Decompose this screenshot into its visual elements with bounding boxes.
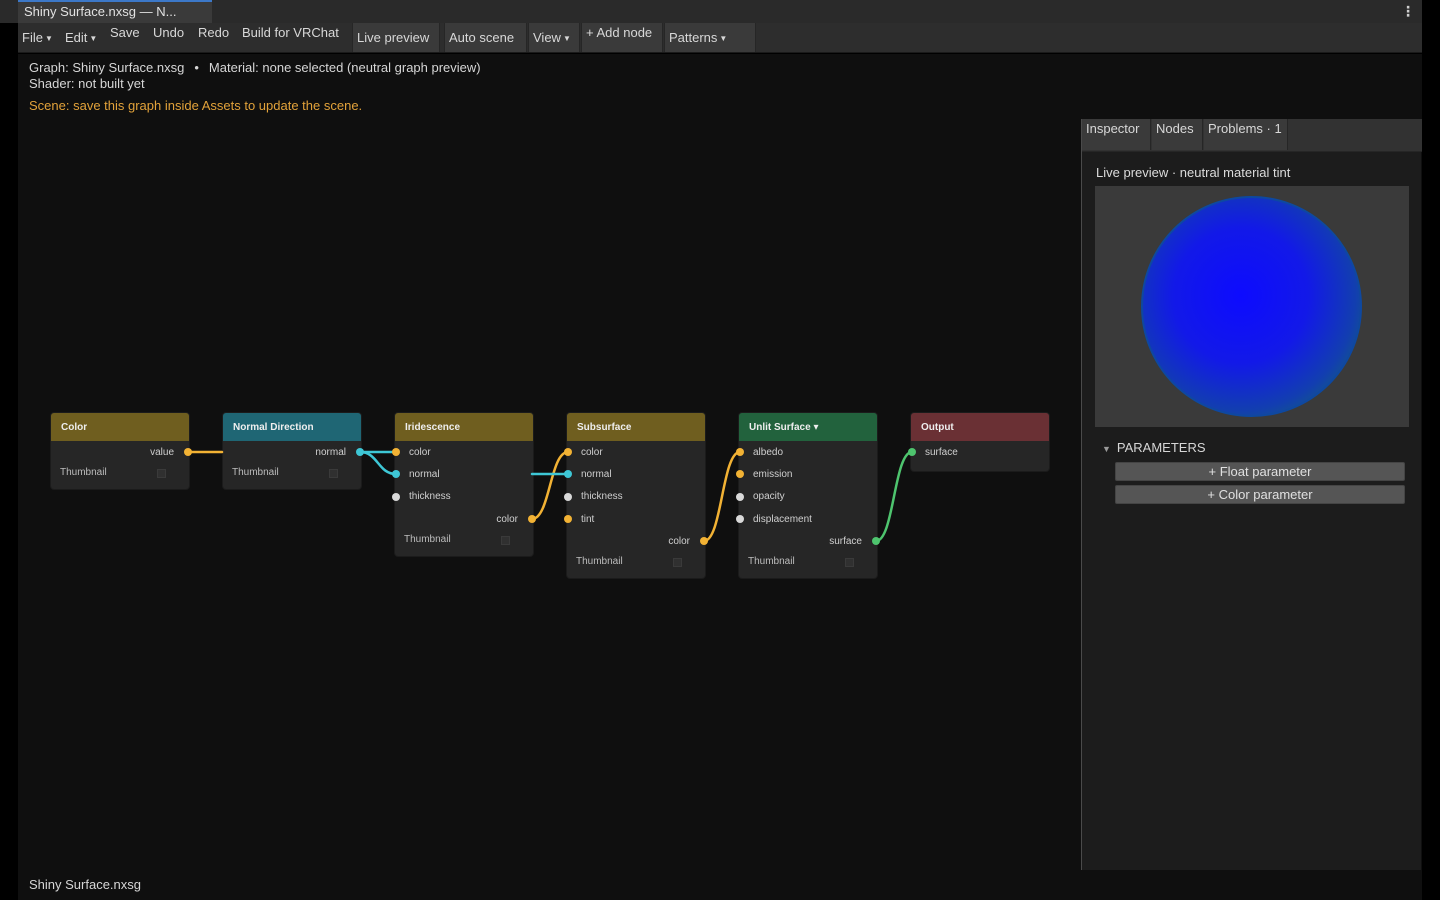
node-color[interactable]: Color value Thumbnail — [51, 413, 189, 489]
graph-name: Graph: Shiny Surface.nxsg — [29, 60, 185, 75]
parameters-label: PARAMETERS — [1116, 440, 1206, 455]
tab-inspector[interactable]: Inspector — [1082, 119, 1151, 150]
node-title: Normal Direction — [223, 413, 361, 441]
view-menu[interactable]: View ▼ — [528, 23, 580, 52]
graph-info-line: Graph: Shiny Surface.nxsg • Material: none… — [29, 60, 481, 75]
thumbnail-checkbox[interactable] — [501, 536, 510, 545]
collapse-triangle-icon: ▼ — [1102, 444, 1111, 454]
toolbar: File ▼ Edit ▼ Save Undo Redo Build for VRC… — [18, 23, 1422, 53]
live-preview-viewport[interactable] — [1095, 186, 1409, 427]
chevron-down-icon: ▼ — [719, 34, 728, 43]
port-label: color — [496, 514, 518, 525]
add-node-button[interactable]: + Add node — [581, 23, 663, 52]
port-label: surface — [925, 447, 958, 458]
node-title[interactable]: Unlit Surface ▾ — [739, 413, 877, 441]
node-title: Iridescence — [395, 413, 533, 441]
redo-button[interactable]: Redo — [194, 23, 236, 52]
chevron-down-icon: ▼ — [44, 34, 53, 43]
port-label: thickness — [581, 491, 623, 502]
side-panel: Inspector Nodes Problems · 1 Live previe… — [1081, 119, 1422, 870]
patterns-menu[interactable]: Patterns ▼ — [664, 23, 756, 52]
preview-sphere — [1141, 196, 1362, 417]
undo-button[interactable]: Undo — [149, 23, 191, 52]
port-label: tint — [581, 514, 595, 525]
port-label: color — [409, 447, 431, 458]
thumbnail-checkbox[interactable] — [157, 469, 166, 478]
scene-warning: Scene: save this graph inside Assets to … — [29, 98, 363, 113]
view-menu-label: View — [533, 30, 561, 45]
port-label: color — [581, 447, 603, 458]
thumbnail-label: Thumbnail — [404, 534, 451, 545]
bullet-separator: • — [194, 60, 199, 75]
patterns-menu-label: Patterns — [669, 30, 718, 45]
save-button[interactable]: Save — [106, 23, 146, 52]
node-title: Color — [51, 413, 189, 441]
chevron-down-icon: ▼ — [89, 34, 98, 43]
port-label: thickness — [409, 491, 451, 502]
live-preview-toggle[interactable]: Live preview — [352, 23, 440, 52]
port-label: emission — [753, 469, 793, 480]
file-menu[interactable]: File ▼ — [18, 23, 58, 52]
live-preview-label: Live preview · neutral material tint — [1096, 165, 1291, 180]
parameters-section-header[interactable]: ▼ PARAMETERS — [1102, 440, 1206, 455]
node-subsurface[interactable]: Subsurface color normal thickness tint c… — [567, 413, 705, 578]
port-label: color — [668, 536, 690, 547]
build-for-vrchat-button[interactable]: Build for VRChat — [238, 23, 350, 52]
node-canvas[interactable] — [18, 120, 1080, 870]
port-label: value — [150, 447, 174, 458]
file-menu-label: File — [22, 30, 43, 45]
tab-nodes[interactable]: Nodes — [1152, 119, 1203, 150]
shader-status: Shader: not built yet — [29, 76, 145, 91]
port-label: opacity — [753, 491, 785, 502]
thumbnail-label: Thumbnail — [60, 467, 107, 478]
node-output[interactable]: Output surface — [911, 413, 1049, 471]
add-float-parameter-button[interactable]: + Float parameter — [1115, 462, 1405, 481]
thumbnail-checkbox[interactable] — [673, 558, 682, 567]
chevron-down-icon: ▼ — [562, 34, 571, 43]
node-title: Output — [911, 413, 1049, 441]
node-unlit-surface[interactable]: Unlit Surface ▾ albedo emission opacity … — [739, 413, 877, 578]
panel-tabs: Inspector Nodes Problems · 1 — [1082, 119, 1422, 152]
port-label: albedo — [753, 447, 784, 458]
document-tab-bar: Shiny Surface.nxsg — N... ⋮ — [0, 0, 1422, 23]
thumbnail-checkbox[interactable] — [845, 558, 854, 567]
node-iridescence[interactable]: Iridescence color normal thickness color… — [395, 413, 533, 556]
tab-problems[interactable]: Problems · 1 — [1204, 119, 1288, 150]
edit-menu-label: Edit — [65, 30, 88, 45]
thumbnail-label: Thumbnail — [232, 467, 279, 478]
thumbnail-label: Thumbnail — [748, 556, 795, 567]
port-label: normal — [315, 447, 346, 458]
auto-scene-toggle[interactable]: Auto scene — [444, 23, 527, 52]
node-normal-direction[interactable]: Normal Direction normal Thumbnail — [223, 413, 361, 489]
more-options-icon[interactable]: ⋮ — [1398, 3, 1418, 21]
add-color-parameter-button[interactable]: + Color parameter — [1115, 485, 1405, 504]
port-label: normal — [581, 469, 612, 480]
document-tab[interactable]: Shiny Surface.nxsg — N... — [18, 0, 212, 23]
port-label: displacement — [753, 514, 812, 525]
node-title: Subsurface — [567, 413, 705, 441]
material-status: Material: none selected (neutral graph p… — [208, 60, 481, 75]
status-bar-filename: Shiny Surface.nxsg — [29, 877, 142, 892]
port-label: surface — [829, 536, 862, 547]
thumbnail-label: Thumbnail — [576, 556, 623, 567]
edit-menu[interactable]: Edit ▼ — [61, 23, 105, 52]
port-label: normal — [409, 469, 440, 480]
thumbnail-checkbox[interactable] — [329, 469, 338, 478]
